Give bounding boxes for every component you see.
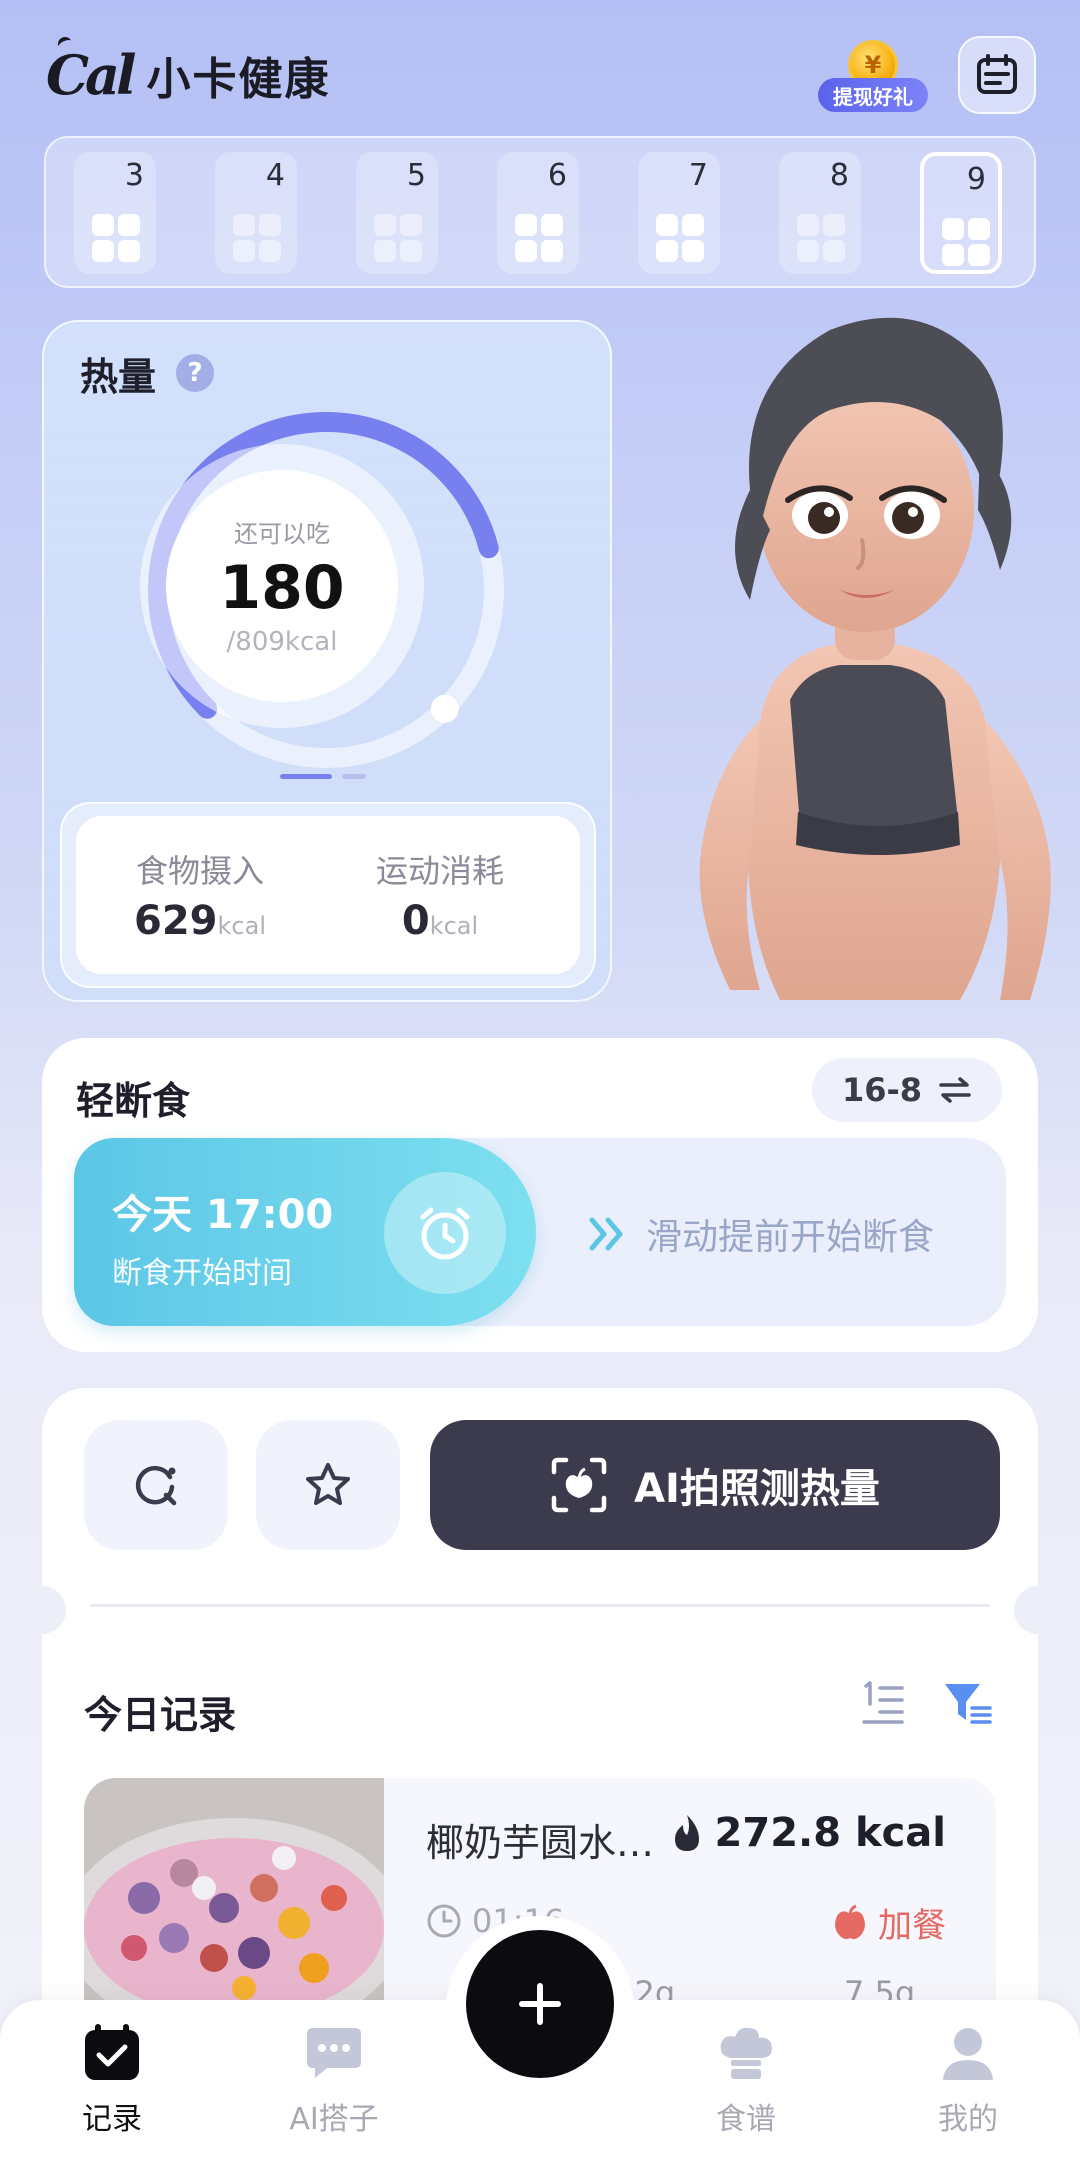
clock-icon [427, 1904, 461, 1938]
calorie-card[interactable]: 热量 ? 还可以吃 180 /809kcal 食物摄入 629kcal 运动消耗… [42, 320, 612, 1002]
logo-mark: Cal [46, 43, 137, 107]
star-icon [306, 1463, 350, 1505]
calendar-icon [977, 54, 1017, 94]
cash-gift-button[interactable]: ¥ 提现好礼 [818, 36, 928, 116]
day-8[interactable]: 8 [779, 152, 861, 274]
fasting-title: 轻断食 [76, 1079, 191, 1123]
pager-dot [342, 774, 366, 779]
nav-recipes-label: 食谱 [716, 2102, 776, 2137]
app-name: 小卡健康 [146, 54, 331, 105]
slide-hint-text: 滑动提前开始断食 [646, 1217, 935, 1258]
day-number: 9 [966, 162, 986, 197]
section-divider [90, 1604, 990, 1607]
intake-panel: 食物摄入 629kcal 运动消耗 0kcal [76, 816, 580, 974]
help-icon[interactable]: ? [176, 354, 214, 392]
exercise-value: 0 [401, 898, 430, 944]
nav-ai-buddy-label: AI搭子 [289, 2102, 379, 2137]
day-4[interactable]: 4 [215, 152, 297, 274]
meal-grid-icon [92, 214, 140, 262]
intake-summary: 食物摄入 629kcal 运动消耗 0kcal [60, 802, 596, 988]
fasting-slider-track[interactable]: 今天 17:00 断食开始时间 滑动提前开始断食 [74, 1138, 1006, 1326]
alarm-clock-icon [384, 1172, 506, 1294]
exercise-unit: kcal [429, 912, 479, 940]
apple-icon [835, 1904, 865, 1939]
plus-icon [519, 1983, 561, 2025]
meal-grid-icon [374, 214, 422, 262]
slide-hint: 滑动提前开始断食 [588, 1208, 934, 1260]
camera-scan-icon [551, 1457, 607, 1513]
food-kcal-value: 272.8 kcal [714, 1810, 946, 1856]
gift-label: 提现好礼 [818, 78, 928, 112]
app-logo: Cal 小卡健康 [46, 40, 330, 110]
meal-type-tag: 加餐 [832, 1898, 946, 1947]
calendar-check-icon [85, 2024, 139, 2080]
meal-grid-icon [656, 214, 704, 262]
meal-grid-icon [515, 214, 563, 262]
ring-center: 还可以吃 180 /809kcal [166, 470, 398, 702]
food-intake-stat: 食物摄入 629kcal [100, 846, 300, 944]
ring-end-dot [430, 694, 459, 723]
remaining-value: 180 [219, 553, 345, 623]
nav-profile-label: 我的 [938, 2102, 998, 2137]
total-calories: /809kcal [226, 627, 338, 657]
day-3[interactable]: 3 [74, 152, 156, 274]
day-5[interactable]: 5 [356, 152, 438, 274]
day-7[interactable]: 7 [638, 152, 720, 274]
double-chevron-right-icon [589, 1217, 623, 1251]
food-calories: 272.8 kcal [669, 1810, 946, 1856]
day-number: 3 [124, 158, 144, 193]
favorites-button[interactable] [256, 1420, 400, 1550]
exercise-stat: 运动消耗 0kcal [340, 846, 540, 944]
calendar-button[interactable] [958, 36, 1036, 114]
fasting-mode-label: 16-8 [841, 1071, 923, 1109]
food-name: 椰奶芋圆水… [426, 1821, 655, 1865]
day-number: 8 [829, 158, 849, 193]
day-9-selected[interactable]: 9 [920, 152, 1002, 274]
card-notch-left [18, 1586, 66, 1634]
calorie-title: 热量 [80, 355, 157, 399]
swap-icon [939, 1077, 971, 1103]
ai-photo-label: AI拍照测热量 [634, 1466, 880, 1512]
day-number: 6 [547, 158, 567, 193]
filter-icon[interactable] [942, 1680, 992, 1726]
meal-grid-icon [942, 218, 990, 266]
sort-icon[interactable] [860, 1680, 906, 1726]
meal-grid-icon [797, 214, 845, 262]
remaining-label: 还可以吃 [234, 520, 330, 548]
meal-type-label: 加餐 [878, 1906, 946, 1946]
fasting-mode-switch[interactable]: 16-8 [812, 1058, 1002, 1122]
search-refresh-icon [135, 1466, 177, 1506]
week-strip: 3 4 5 6 7 8 9 [44, 136, 1036, 288]
nav-ai-buddy[interactable]: AI搭子 [264, 2022, 404, 2138]
ai-photo-calorie-button[interactable]: AI拍照测热量 [430, 1420, 1000, 1550]
fasting-start-label: 断食开始时间 [112, 1256, 292, 1291]
record-toolbar [860, 1680, 992, 1726]
fasting-slider-handle[interactable]: 今天 17:00 断食开始时间 [74, 1138, 536, 1326]
nav-recipes[interactable]: 食谱 [676, 2022, 816, 2138]
fasting-start-time: 今天 17:00 [112, 1192, 334, 1238]
chef-hat-icon [720, 2027, 772, 2079]
exercise-label: 运动消耗 [375, 852, 504, 890]
day-number: 7 [688, 158, 708, 193]
flame-icon [674, 1815, 699, 1851]
meal-grid-icon [233, 214, 281, 262]
day-number: 5 [406, 158, 426, 193]
card-notch-right [1014, 1586, 1062, 1634]
pager-dot-active [280, 774, 332, 779]
fasting-card: 轻断食 16-8 今天 17:00 断食开始时间 滑动提前开始断食 [42, 1038, 1038, 1352]
today-records-title: 今日记录 [84, 1693, 237, 1737]
food-intake-label: 食物摄入 [135, 852, 264, 890]
search-food-button[interactable] [84, 1420, 228, 1550]
day-6[interactable]: 6 [497, 152, 579, 274]
food-intake-value: 629 [134, 898, 218, 944]
nav-profile[interactable]: 我的 [898, 2022, 1038, 2138]
nav-record-label: 记录 [82, 2102, 142, 2137]
nav-record[interactable]: 记录 [42, 2022, 182, 2138]
avatar-illustration[interactable] [640, 300, 1070, 1010]
food-intake-unit: kcal [217, 912, 266, 940]
user-icon [943, 2028, 993, 2080]
add-record-button[interactable] [466, 1930, 614, 2078]
day-number: 4 [265, 158, 285, 193]
chat-bubble-icon [307, 2028, 361, 2078]
